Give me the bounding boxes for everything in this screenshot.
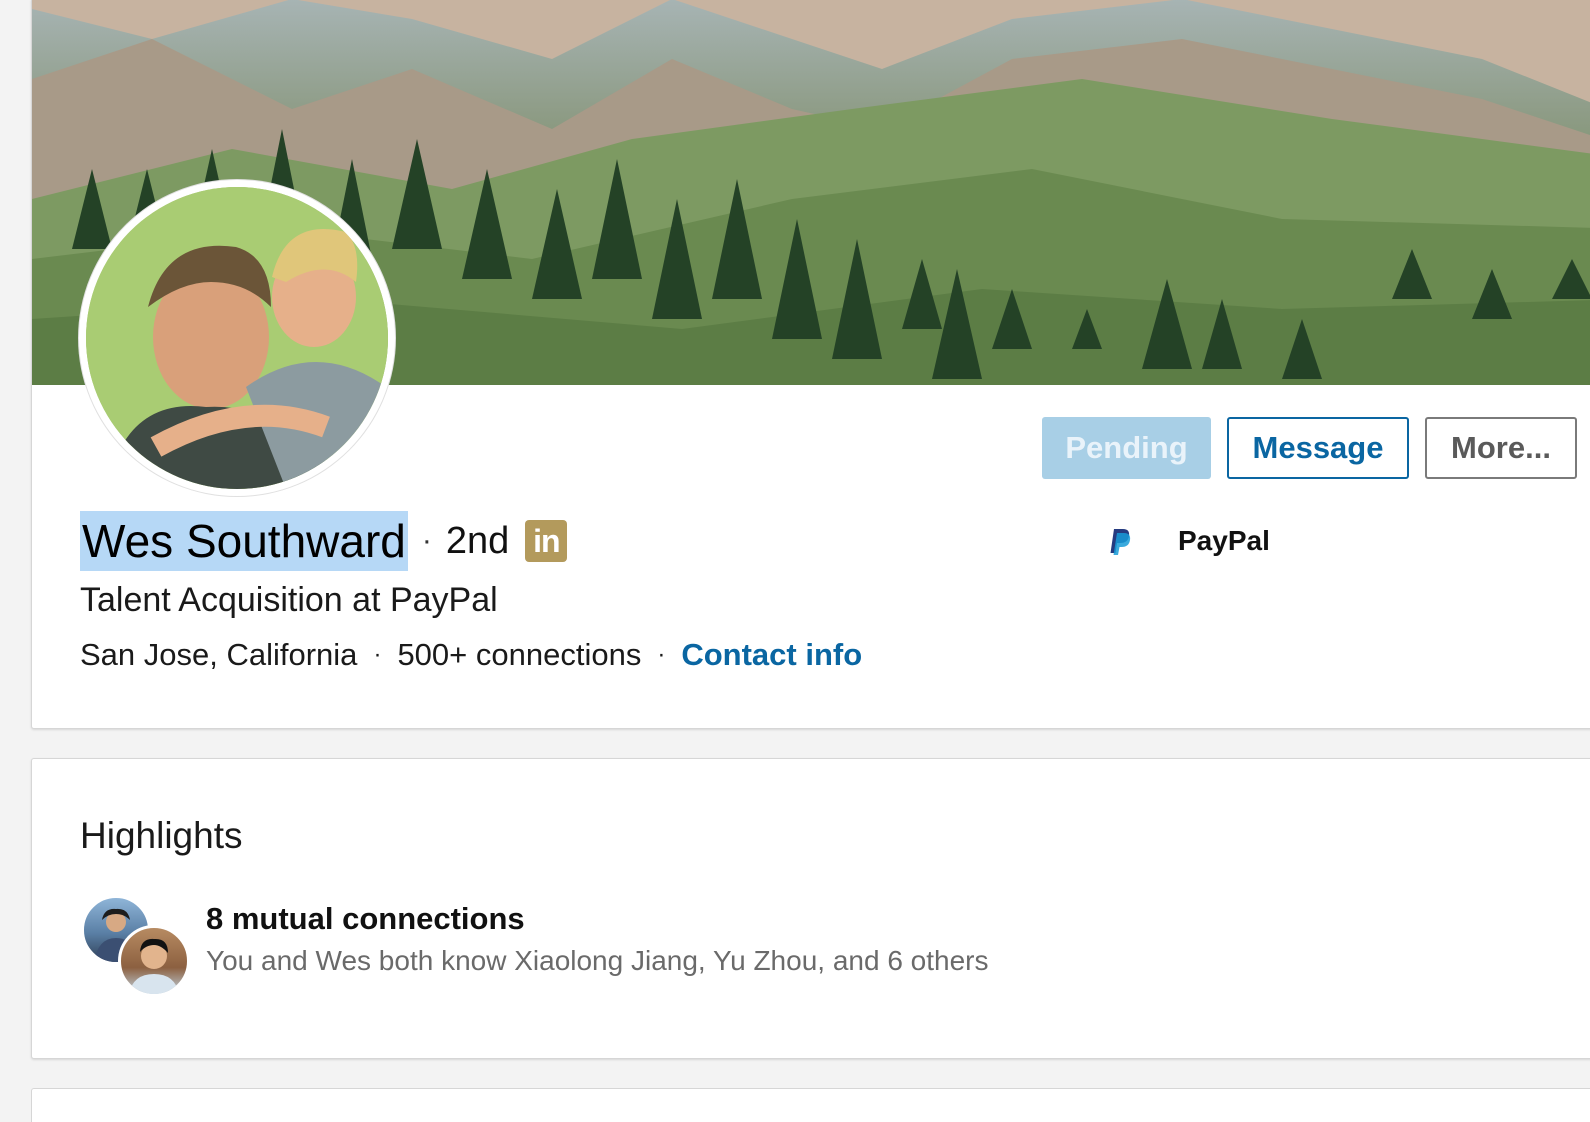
pending-button[interactable]: Pending [1042, 417, 1211, 479]
next-section-card [31, 1088, 1590, 1122]
message-button[interactable]: Message [1227, 417, 1409, 479]
profile-name: Wes Southward [80, 511, 408, 571]
profile-photo-image [86, 187, 388, 489]
current-company[interactable]: PayPal [1107, 525, 1270, 557]
linkedin-premium-icon: in [525, 520, 568, 562]
mutual-connections-subtitle: You and Wes both know Xiaolong Jiang, Yu… [206, 945, 989, 976]
mutual-avatar [118, 925, 190, 997]
mutual-connections-title[interactable]: 8 mutual connections [206, 901, 525, 937]
highlights-card: Highlights 8 mutual connections You and … [31, 758, 1590, 1059]
profile-photo[interactable] [79, 180, 395, 496]
meta-separator: · [373, 641, 382, 668]
company-name[interactable]: PayPal [1178, 525, 1270, 557]
more-button[interactable]: More... [1425, 417, 1577, 479]
location: San Jose, California [80, 637, 358, 672]
highlights-title: Highlights [80, 815, 243, 856]
meta-separator: · [657, 641, 666, 668]
degree-separator: · [421, 524, 432, 557]
profile-top-card: Pending Message More... Wes Southward · … [31, 0, 1590, 729]
mutual-connections-avatars[interactable] [81, 895, 191, 997]
profile-meta: San Jose, California · 500+ connections … [80, 637, 862, 673]
profile-actions: Pending Message More... [1042, 417, 1577, 479]
connections-count[interactable]: 500+ connections [397, 637, 641, 673]
contact-info-link[interactable]: Contact info [681, 637, 862, 673]
paypal-logo-icon [1107, 526, 1133, 556]
connection-degree: 2nd [445, 519, 510, 562]
name-row: Wes Southward · 2nd in [80, 511, 568, 571]
profile-headline: Talent Acquisition at PayPal [80, 581, 498, 619]
